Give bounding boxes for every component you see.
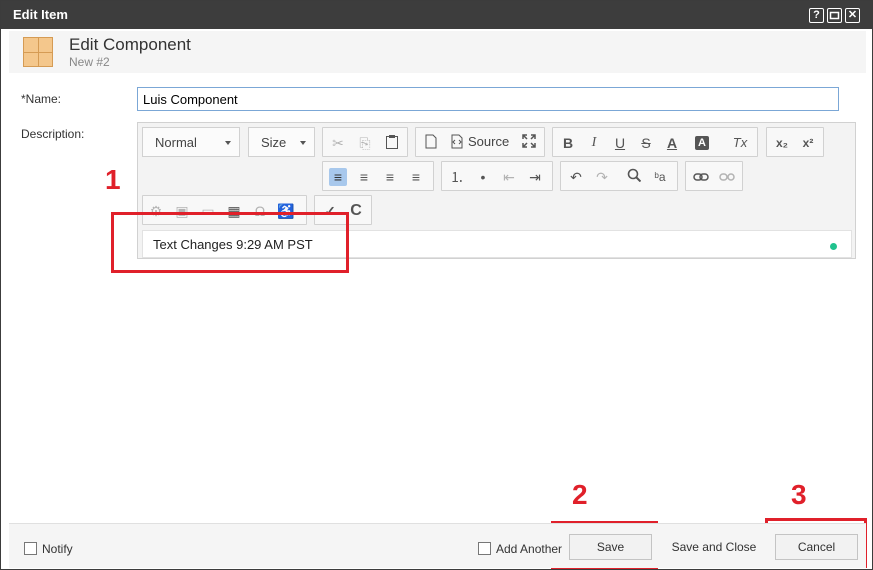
bulleted-list-icon[interactable]: • bbox=[474, 168, 492, 186]
title-bar: Edit Item ? ✕ bbox=[1, 1, 872, 29]
strikethrough-icon[interactable]: S bbox=[637, 134, 655, 152]
add-another-label: Add Another bbox=[496, 542, 563, 556]
notify-checkbox[interactable] bbox=[24, 542, 37, 555]
list-group: ⒈ • ⇤ ⇥ bbox=[441, 161, 553, 191]
dialog-footer: Notify Add Another Save Save and Close C… bbox=[9, 523, 866, 568]
link-group bbox=[685, 161, 743, 191]
bold-icon[interactable]: B bbox=[559, 134, 577, 152]
annotation-number-1: 1 bbox=[105, 164, 121, 195]
name-label: *Name: bbox=[21, 92, 62, 106]
code-icon[interactable]: C bbox=[347, 202, 365, 220]
replace-icon[interactable]: ᵇa bbox=[651, 168, 669, 186]
document-group: Source bbox=[415, 127, 545, 157]
justify-icon[interactable]: ≡ bbox=[407, 168, 425, 186]
dialog-header: Edit Component New #2 bbox=[9, 31, 866, 73]
text-color-icon[interactable]: A bbox=[663, 134, 681, 152]
maximize-editor-icon[interactable] bbox=[520, 134, 538, 152]
new-page-icon[interactable] bbox=[422, 134, 440, 152]
add-another-checkbox[interactable] bbox=[478, 542, 491, 555]
copy-icon[interactable]: ⎘ bbox=[356, 134, 374, 152]
format-dropdown-label: Normal bbox=[155, 135, 197, 150]
numbered-list-icon[interactable]: ⒈ bbox=[448, 168, 466, 186]
cut-icon[interactable]: ✂ bbox=[329, 134, 347, 152]
name-input[interactable] bbox=[137, 87, 839, 111]
paste-icon[interactable] bbox=[383, 134, 401, 152]
link-icon[interactable] bbox=[692, 168, 710, 186]
format-dropdown[interactable]: Normal bbox=[142, 127, 240, 157]
cancel-button[interactable]: Cancel bbox=[775, 534, 858, 560]
notify-label: Notify bbox=[42, 542, 73, 556]
maximize-icon[interactable] bbox=[827, 8, 842, 23]
annotation-box-1 bbox=[111, 212, 349, 273]
background-color-icon[interactable]: A bbox=[695, 136, 709, 150]
align-center-icon[interactable]: ≡ bbox=[355, 168, 373, 186]
find-icon[interactable] bbox=[625, 168, 643, 186]
unlink-icon[interactable] bbox=[718, 168, 736, 186]
clipboard-group: ✂ ⎘ bbox=[322, 127, 408, 157]
superscript-icon[interactable]: x² bbox=[799, 134, 817, 152]
header-title: Edit Component bbox=[69, 35, 191, 54]
script-group: x₂ x² bbox=[766, 127, 824, 157]
indent-icon[interactable]: ⇥ bbox=[526, 168, 544, 186]
status-dot bbox=[830, 243, 837, 250]
size-dropdown[interactable]: Size bbox=[248, 127, 315, 157]
remove-format-icon[interactable]: Tx bbox=[731, 134, 749, 152]
component-icon bbox=[23, 37, 53, 67]
undo-icon[interactable]: ↶ bbox=[567, 168, 585, 186]
alignment-group: ≡ ≡ ≡ ≡ bbox=[322, 161, 434, 191]
header-subtitle: New #2 bbox=[69, 55, 110, 69]
undo-find-group: ↶ ↷ ᵇa bbox=[560, 161, 678, 191]
window-title: Edit Item bbox=[13, 7, 68, 22]
source-icon[interactable] bbox=[448, 134, 466, 152]
description-label: Description: bbox=[21, 127, 85, 141]
redo-icon[interactable]: ↷ bbox=[593, 168, 611, 186]
chevron-down-icon bbox=[300, 141, 306, 145]
align-left-icon[interactable]: ≡ bbox=[329, 168, 347, 186]
save-button[interactable]: Save bbox=[569, 534, 652, 560]
align-right-icon[interactable]: ≡ bbox=[381, 168, 399, 186]
subscript-icon[interactable]: x₂ bbox=[773, 134, 791, 152]
source-button-label[interactable]: Source bbox=[468, 134, 509, 149]
save-and-close-button[interactable]: Save and Close bbox=[664, 534, 764, 560]
help-icon[interactable]: ? bbox=[809, 8, 824, 23]
size-dropdown-label: Size bbox=[261, 135, 287, 150]
annotation-number-3: 3 bbox=[791, 479, 807, 510]
annotation-number-2: 2 bbox=[572, 479, 588, 510]
basic-styles-group: B I U S A A Tx bbox=[552, 127, 758, 157]
close-icon[interactable]: ✕ bbox=[845, 8, 860, 23]
edit-item-dialog: Edit Item ? ✕ Edit Component New #2 *Nam… bbox=[0, 0, 873, 570]
outdent-icon[interactable]: ⇤ bbox=[500, 168, 518, 186]
italic-icon[interactable]: I bbox=[585, 134, 603, 152]
chevron-down-icon bbox=[225, 141, 231, 145]
underline-icon[interactable]: U bbox=[611, 134, 629, 152]
